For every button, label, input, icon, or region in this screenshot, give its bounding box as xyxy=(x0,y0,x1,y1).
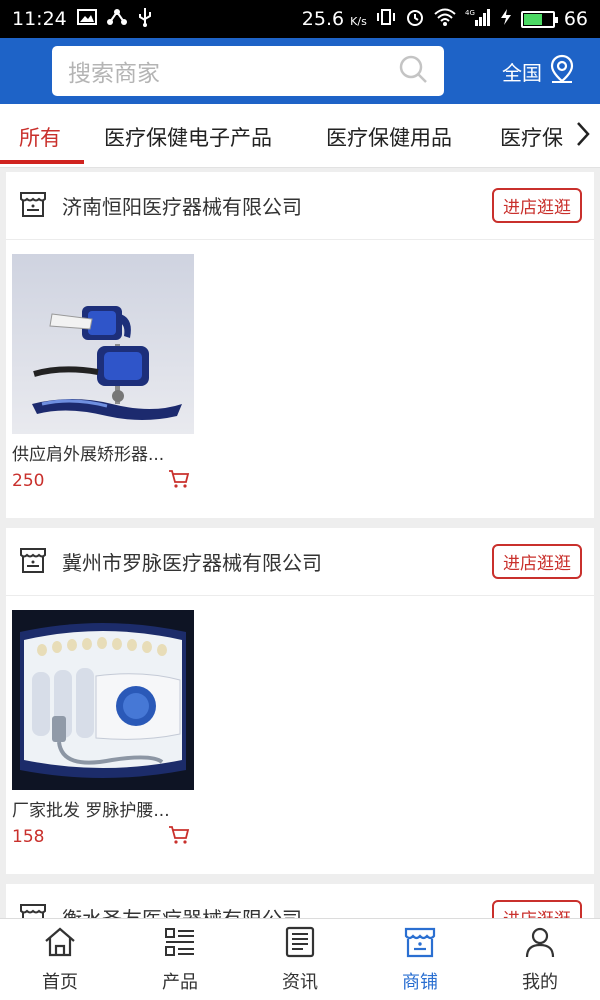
clock: 11:24 xyxy=(12,8,67,30)
battery-level xyxy=(523,13,543,25)
visit-store-button[interactable]: 进店逛逛 xyxy=(492,188,582,223)
store-icon xyxy=(18,189,48,223)
bottom-nav: 首页 产品 资讯 商铺 我的 xyxy=(0,918,600,1000)
shop-header: 衡水圣友医疗器械有限公司 进店逛逛 xyxy=(6,884,594,918)
shop-name[interactable]: 济南恒阳医疗器械有限公司 xyxy=(62,191,492,220)
battery-percent: 66 xyxy=(563,8,588,30)
shop-card: 衡水圣友医疗器械有限公司 进店逛逛 xyxy=(6,884,594,918)
nav-label: 我的 xyxy=(522,972,558,993)
product-item[interactable]: 厂家批发 罗脉护腰... 158 xyxy=(12,610,194,849)
store-icon xyxy=(18,901,48,918)
network-speed: 25.6 K/s xyxy=(301,8,367,30)
nav-label: 商铺 xyxy=(402,972,438,993)
news-icon xyxy=(283,925,317,964)
header: 搜索商家 全国 xyxy=(0,38,600,104)
nav-shops[interactable]: 商铺 xyxy=(360,919,480,1000)
shop-card: 济南恒阳医疗器械有限公司 进店逛逛 供应肩外展矫形器... 250 xyxy=(6,172,594,518)
svg-text:4G: 4G xyxy=(465,9,475,17)
visit-store-button[interactable]: 进店逛逛 xyxy=(492,544,582,579)
region-selector[interactable]: 全国 xyxy=(502,54,576,89)
tabs-scroll-button[interactable] xyxy=(566,104,600,167)
cart-icon[interactable] xyxy=(168,825,190,849)
shop-name[interactable]: 衡水圣友医疗器械有限公司 xyxy=(62,903,492,918)
nav-news[interactable]: 资讯 xyxy=(240,919,360,1000)
location-pin-icon xyxy=(548,54,576,89)
battery-icon xyxy=(520,10,558,28)
chevron-right-icon xyxy=(576,121,590,151)
shop-name[interactable]: 冀州市罗脉医疗器械有限公司 xyxy=(62,547,492,576)
nav-label: 产品 xyxy=(162,972,198,993)
region-label: 全国 xyxy=(502,61,542,85)
charging-icon xyxy=(500,8,512,30)
list-icon xyxy=(163,925,197,964)
product-price: 250 xyxy=(12,471,45,491)
visit-store-button[interactable]: 进店逛逛 xyxy=(492,900,582,918)
search-input[interactable]: 搜索商家 xyxy=(68,54,398,88)
product-image[interactable] xyxy=(12,610,194,790)
signal-icon: 4G xyxy=(465,8,491,30)
nav-label: 资讯 xyxy=(282,972,318,993)
category-tabs: 所有 医疗保健电子产品 医疗保健用品 医疗保 xyxy=(0,104,600,168)
active-tab-indicator xyxy=(0,160,84,164)
shop-header: 济南恒阳医疗器械有限公司 进店逛逛 xyxy=(6,172,594,240)
nav-label: 首页 xyxy=(42,972,78,993)
usb-icon xyxy=(137,7,153,31)
status-bar: 11:24 25.6 K/s 4G 66 xyxy=(0,0,600,38)
user-icon xyxy=(523,925,557,964)
store-icon xyxy=(18,545,48,579)
nav-products[interactable]: 产品 xyxy=(120,919,240,1000)
tab-electronics[interactable]: 医疗保健电子产品 xyxy=(104,122,272,152)
tab-supplies[interactable]: 医疗保健用品 xyxy=(326,122,452,152)
cart-icon[interactable] xyxy=(168,469,190,493)
product-item[interactable]: 供应肩外展矫形器... 250 xyxy=(12,254,194,493)
tab-all[interactable]: 所有 xyxy=(19,122,61,152)
shop-header: 冀州市罗脉医疗器械有限公司 进店逛逛 xyxy=(6,528,594,596)
product-name[interactable]: 厂家批发 罗脉护腰... xyxy=(12,796,194,821)
search-box[interactable]: 搜索商家 xyxy=(52,46,444,96)
tab-more-category[interactable]: 医疗保 xyxy=(500,122,563,152)
product-price: 158 xyxy=(12,827,45,847)
vibrate-icon xyxy=(376,8,396,30)
product-name[interactable]: 供应肩外展矫形器... xyxy=(12,440,194,465)
search-icon[interactable] xyxy=(398,54,428,88)
nav-home[interactable]: 首页 xyxy=(0,919,120,1000)
shop-icon xyxy=(403,925,437,964)
shop-card: 冀州市罗脉医疗器械有限公司 进店逛逛 厂家批发 罗脉护腰... 158 xyxy=(6,528,594,874)
image-icon xyxy=(76,9,97,29)
product-image[interactable] xyxy=(12,254,194,434)
nav-mine[interactable]: 我的 xyxy=(480,919,600,1000)
share-icon xyxy=(106,8,127,30)
wifi-icon xyxy=(434,8,456,30)
alarm-icon xyxy=(405,7,425,31)
home-icon xyxy=(43,925,77,964)
